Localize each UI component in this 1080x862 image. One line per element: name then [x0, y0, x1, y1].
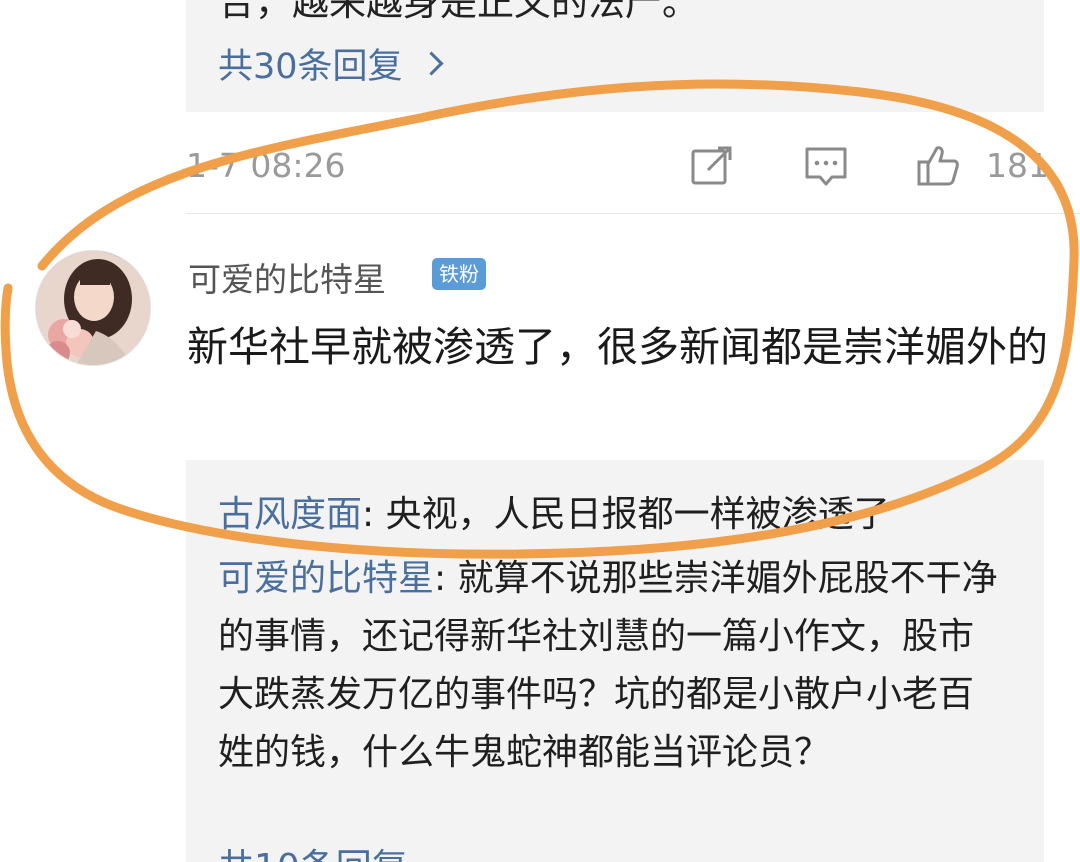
share-icon[interactable] [690, 144, 734, 188]
reply-item: 古风度面: 央视，人民日报都一样被渗透了 [218, 486, 1008, 544]
reply-box: 古风度面: 央视，人民日报都一样被渗透了 可爱的比特星: 就算不说那些崇洋媚外屁… [186, 460, 1044, 862]
reply-author[interactable]: 可爱的比特星 [218, 558, 434, 599]
previous-reply-box: 合，越来越身是正义的法产。 共30条回复 [186, 0, 1044, 112]
like-icon[interactable] [916, 144, 960, 188]
comment-meta-row: 1-7 08:26 181 [186, 140, 1049, 192]
reply-text: : 央视，人民日报都一样被渗透了 [362, 494, 890, 535]
comment-timestamp: 1-7 08:26 [186, 146, 346, 185]
comment-divider [186, 213, 1080, 214]
view-replies-link[interactable]: 共30条回复 [218, 38, 444, 89]
view-more-replies-link[interactable]: 共10条回复 [218, 838, 408, 862]
previous-reply-cut-text: 合，越来越身是正义的法产。 [218, 0, 699, 24]
comment-thread: 合，越来越身是正义的法产。 共30条回复 1-7 08:26 181 可爱的比特… [0, 0, 1080, 862]
reply-author[interactable]: 古风度面 [218, 494, 362, 535]
fan-badge: 铁粉 [432, 258, 486, 290]
avatar-image [36, 251, 150, 365]
reply-item: 可爱的比特星: 就算不说那些崇洋媚外屁股不干净的事情，还记得新华社刘慧的一篇小作… [218, 550, 1008, 782]
chevron-right-icon [419, 51, 444, 76]
like-count: 181 [986, 146, 1049, 185]
comment-text: 新华社早就被渗透了，很多新闻都是崇洋媚外的 [187, 323, 1048, 371]
comment-icon[interactable] [804, 144, 848, 188]
user-avatar[interactable] [35, 250, 151, 366]
view-replies-label: 共30条回复 [218, 47, 403, 87]
comment-username[interactable]: 可爱的比特星 [188, 253, 386, 301]
